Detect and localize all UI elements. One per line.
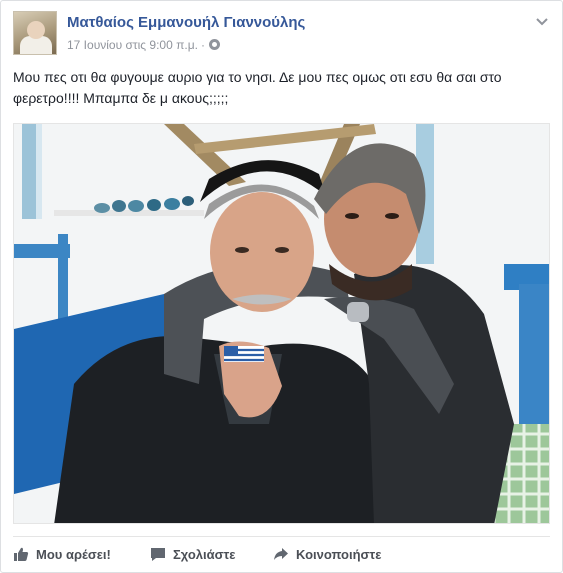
post-header: Ματθαίος Εμμανουήλ Γιαννούλης 17 Ιουνίου… bbox=[13, 11, 550, 57]
comment-button[interactable]: Σχολιάστε bbox=[150, 537, 235, 571]
author-avatar[interactable] bbox=[13, 11, 57, 55]
comment-icon bbox=[151, 548, 165, 561]
like-button[interactable]: Μου αρέσει! bbox=[13, 537, 111, 571]
post-photo[interactable] bbox=[13, 123, 550, 524]
post-text: Μου πες οτι θα φυγουμε αυριο για το νησι… bbox=[13, 69, 502, 106]
share-label: Κοινοποιήστε bbox=[296, 546, 382, 562]
meta-separator: · bbox=[200, 38, 205, 52]
like-label: Μου αρέσει! bbox=[36, 546, 111, 562]
globe-icon[interactable] bbox=[208, 39, 220, 50]
share-icon bbox=[274, 548, 288, 560]
thumbs-up-icon bbox=[14, 547, 29, 561]
author-name[interactable]: Ματθαίος Εμμανουήλ Γιαννούλης bbox=[67, 14, 305, 31]
post-actions: Μου αρέσει! Σχολιάστε Κοινοποιήστε bbox=[13, 536, 550, 572]
chevron-down-icon[interactable] bbox=[534, 13, 550, 29]
facebook-post: Ματθαίος Εμμανουήλ Γιαννούλης 17 Ιουνίου… bbox=[0, 0, 563, 573]
post-meta: 17 Ιουνίου στις 9:00 π.μ. · bbox=[67, 38, 220, 52]
comment-label: Σχολιάστε bbox=[173, 546, 236, 562]
share-button[interactable]: Κοινοποιήστε bbox=[273, 537, 381, 571]
post-timestamp[interactable]: 17 Ιουνίου στις 9:00 π.μ. bbox=[67, 38, 198, 52]
